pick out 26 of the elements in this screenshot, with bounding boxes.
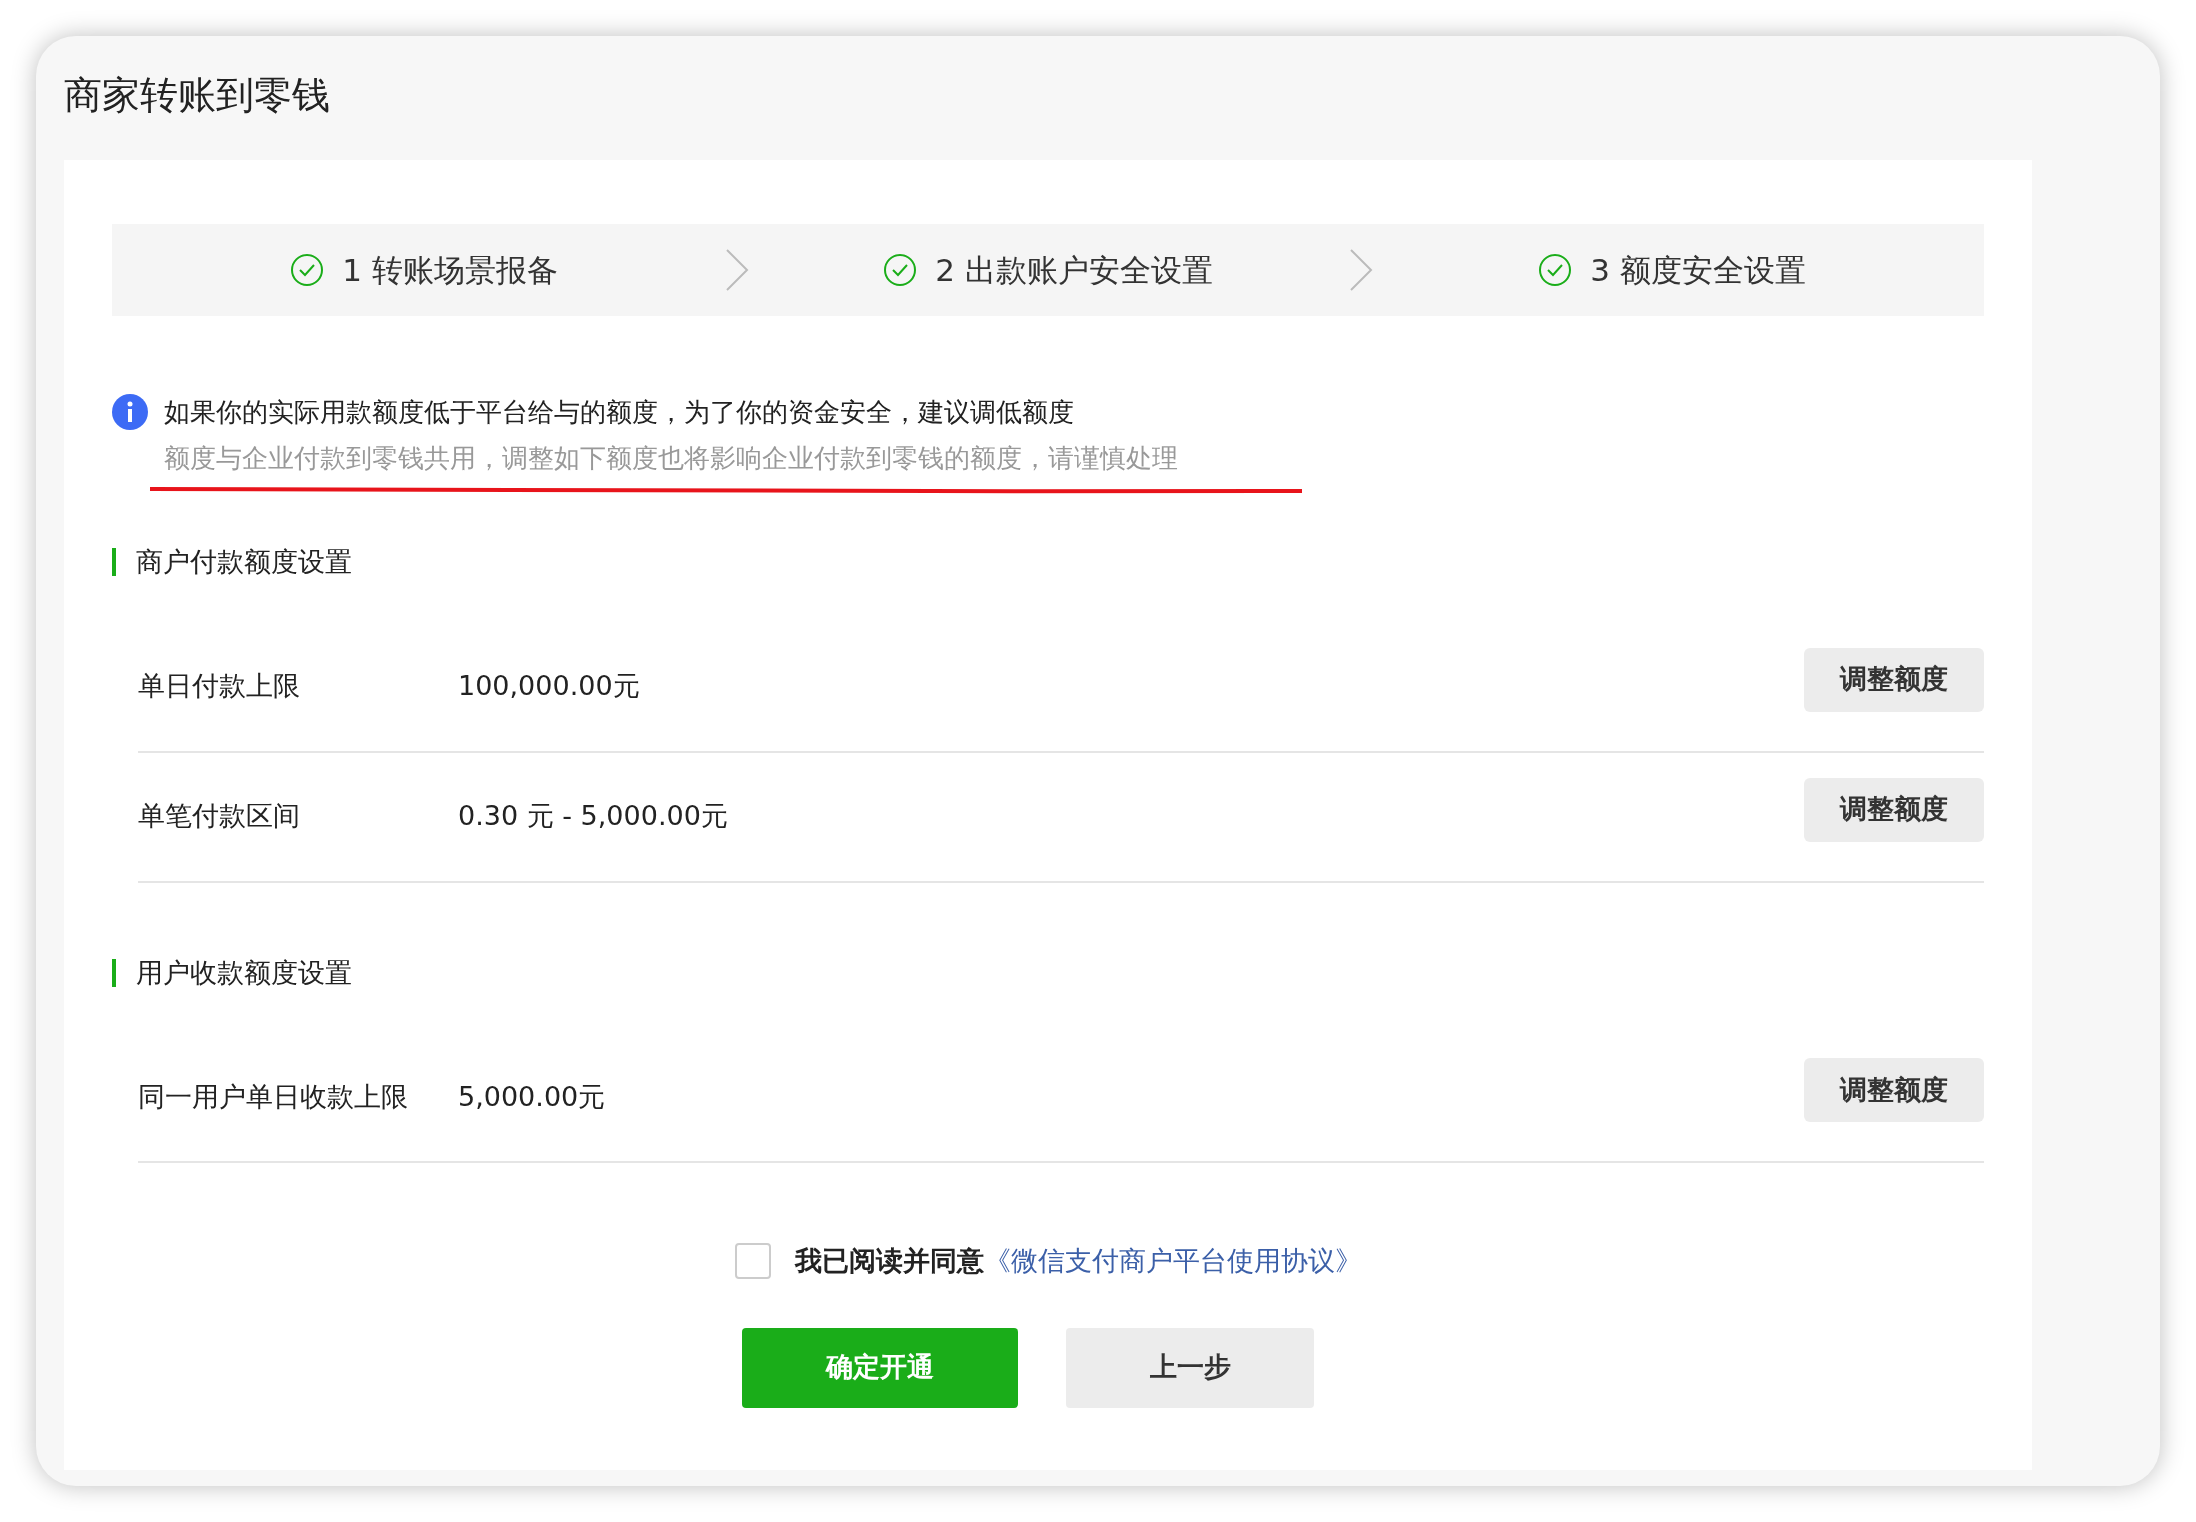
step-label: 1 转账场景报备 <box>342 250 558 290</box>
notice-message: 如果你的实际用款额度低于平台给与的额度，为了你的资金安全，建议调低额度 <box>164 396 1075 429</box>
agreement-checkbox[interactable] <box>734 1243 771 1280</box>
field-label: 同一用户单日收款上限 <box>138 1079 409 1114</box>
agreement-text: 我已阅读并同意 <box>794 1244 984 1278</box>
section-title: 用户收款额度设置 <box>136 955 352 990</box>
info-icon <box>112 394 148 430</box>
field-label: 单笔付款区间 <box>138 799 301 834</box>
back-button[interactable]: 上一步 <box>1066 1327 1314 1408</box>
agreement-link[interactable]: 《微信支付商户平台使用协议》 <box>983 1241 1362 1282</box>
section-marker <box>112 548 116 577</box>
adjust-button[interactable]: 调整额度 <box>1804 1058 1984 1122</box>
adjust-button[interactable]: 调整额度 <box>1804 647 1984 712</box>
field-value: 0.30 元 - 5,000.00元 <box>458 799 729 834</box>
step-label: 2 出款账户安全设置 <box>935 250 1213 290</box>
adjust-button[interactable]: 调整额度 <box>1804 777 1984 842</box>
chevron-right-icon <box>1348 248 1374 292</box>
window-title: 商家转账到零钱 <box>64 72 331 119</box>
step-label: 3 额度安全设置 <box>1590 250 1806 290</box>
chevron-right-icon <box>724 248 750 292</box>
notice-detail: 额度与企业付款到零钱共用，调整如下额度也将影响企业付款到零钱的额度，请谨慎处理 <box>164 442 1178 475</box>
section-marker <box>112 958 116 987</box>
field-label: 单日付款上限 <box>138 669 301 704</box>
field-value: 5,000.00元 <box>458 1079 607 1114</box>
section-title: 商户付款额度设置 <box>136 545 352 579</box>
field-value: 100,000.00元 <box>458 669 641 704</box>
